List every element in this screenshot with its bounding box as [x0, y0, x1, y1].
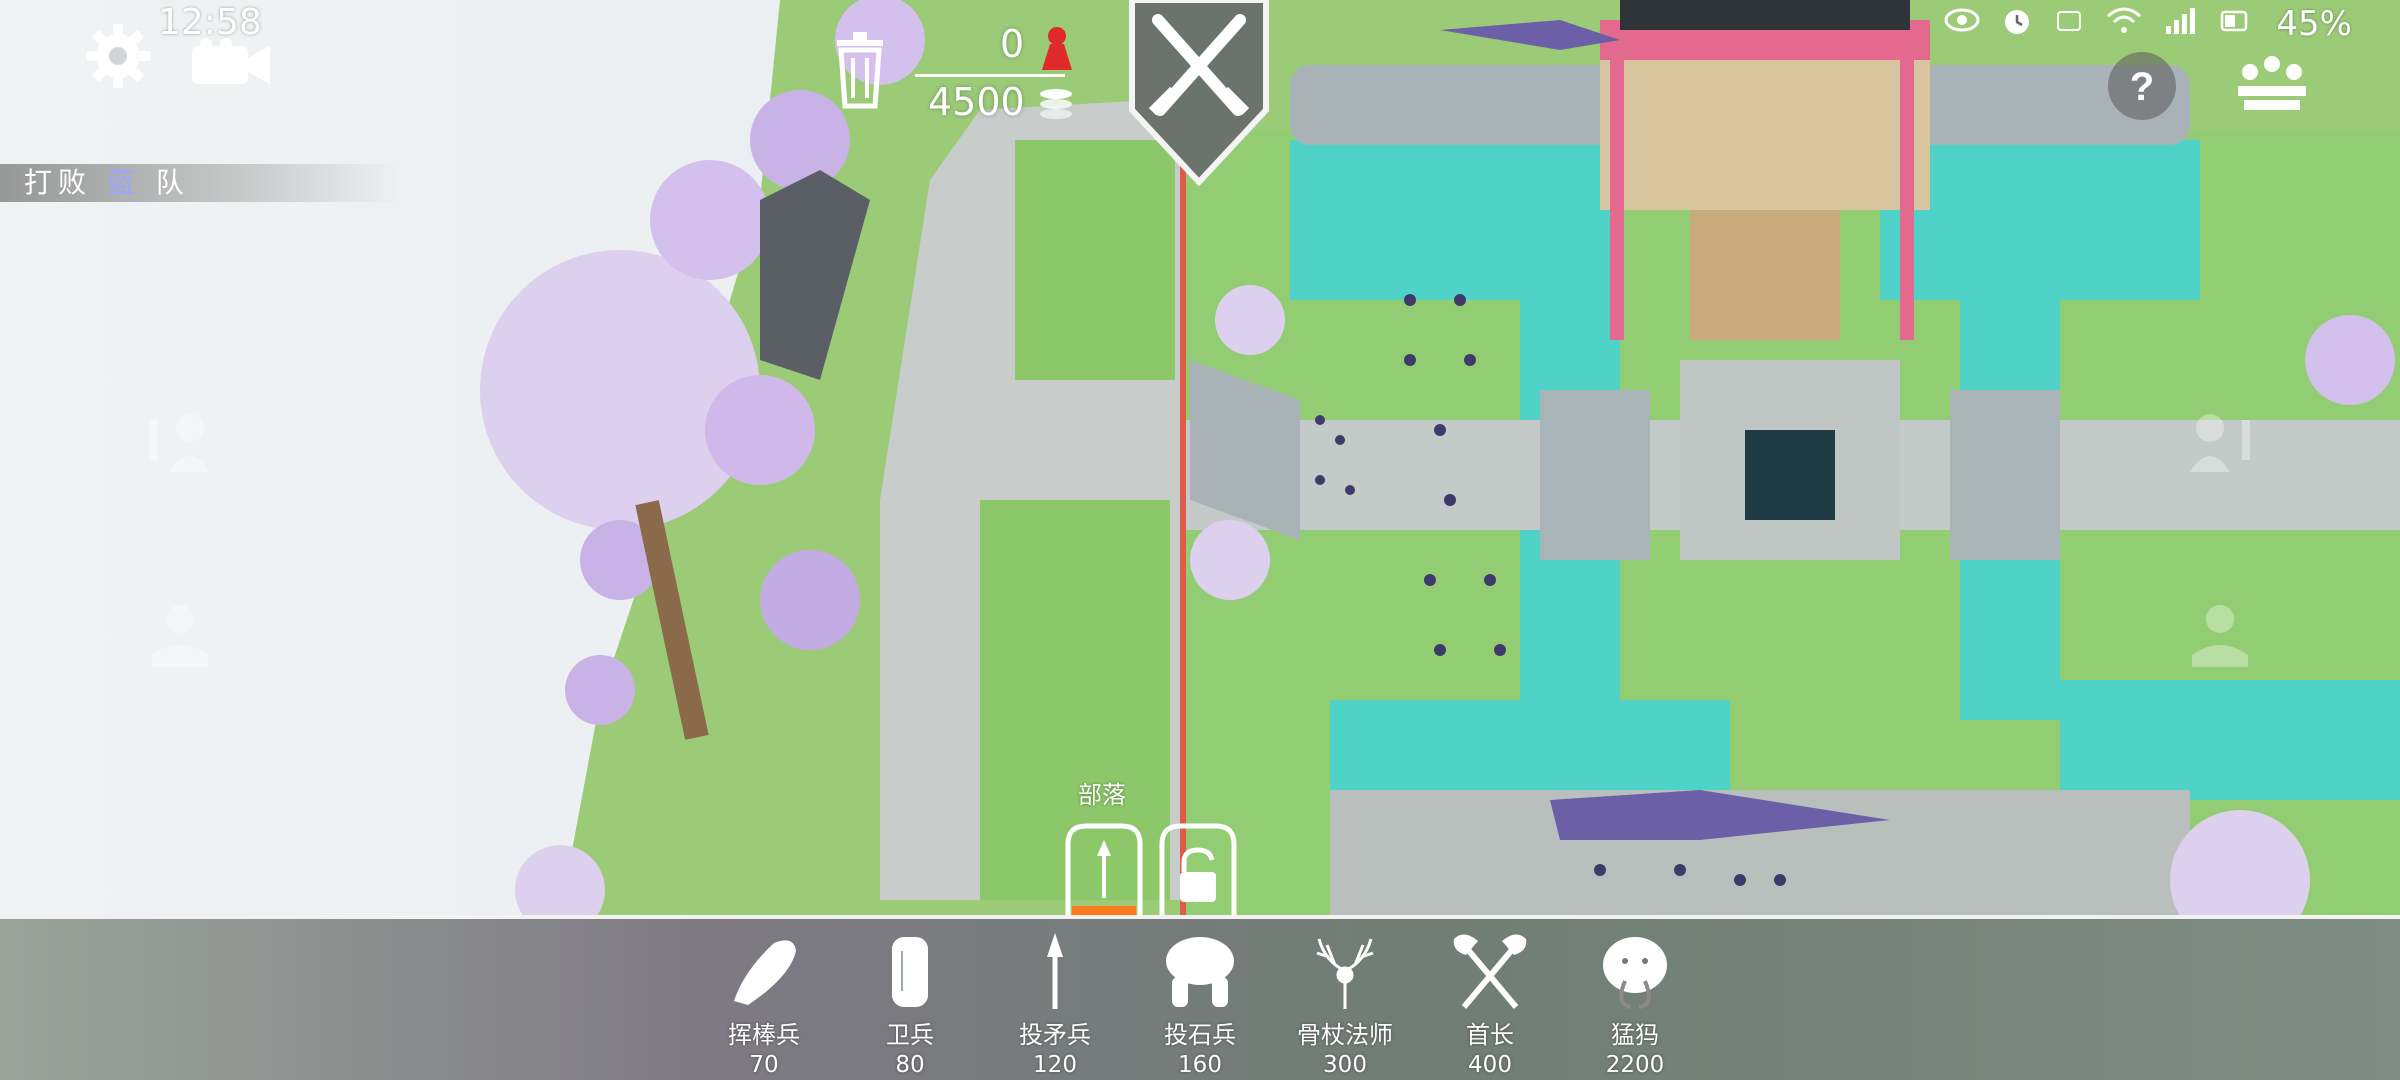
- network-speed-icon: [2057, 11, 2081, 31]
- shield-icon: [892, 937, 928, 1007]
- unit-name: 首长: [1466, 1021, 1514, 1049]
- club-icon: [734, 940, 796, 1005]
- unit-name: 投矛兵: [1019, 1021, 1091, 1049]
- unit-selection-bar: 挥棒兵 70 卫兵 80 投矛兵 120 投石兵 160 骨杖法师 300 首长…: [0, 915, 2400, 1080]
- unit-cost: 300: [1323, 1052, 1367, 1078]
- objective-team: 蓝: [106, 166, 141, 199]
- wifi-icon: [2107, 7, 2141, 33]
- unit-card-club[interactable]: 挥棒兵 70: [694, 919, 834, 1079]
- unit-mode-left-icon[interactable]: [140, 400, 220, 480]
- eye-icon: [1944, 8, 1980, 32]
- unit-cost: 70: [749, 1052, 779, 1078]
- unit-cost: 120: [1033, 1052, 1077, 1078]
- unit-cost: 160: [1178, 1052, 1222, 1078]
- unit-card-spear-thrower[interactable]: 投矛兵 120: [985, 919, 1125, 1079]
- objective-banner: 打败 蓝 队: [0, 164, 400, 202]
- antler-staff-icon: [1316, 938, 1374, 1009]
- trash-icon[interactable]: [835, 30, 885, 110]
- budget-count: 4500: [928, 80, 1025, 124]
- unit-card-stone-thrower[interactable]: 投石兵 160: [1130, 919, 1270, 1079]
- unit-card-bone-mage[interactable]: 骨杖法师 300: [1275, 919, 1415, 1079]
- unit-name: 挥棒兵: [728, 1021, 800, 1049]
- coin-stack-icon: [1040, 89, 1072, 119]
- start-battle-button[interactable]: [1128, 0, 1270, 186]
- unit-cost: 400: [1468, 1052, 1512, 1078]
- signal-icon: [2166, 8, 2195, 34]
- crown-icon[interactable]: [2232, 52, 2312, 120]
- svg-text:?: ?: [2130, 65, 2154, 109]
- objective-prefix: 打败: [24, 166, 93, 199]
- lock-icon: [1180, 847, 1216, 902]
- status-icons: [1944, 6, 2250, 36]
- unit-mode-right-icon[interactable]: [2180, 400, 2260, 480]
- faction-tab-locked[interactable]: [1158, 820, 1238, 916]
- help-icon[interactable]: ?: [2106, 50, 2178, 122]
- units-placed-count: 0: [1000, 22, 1025, 66]
- spear-icon: [1097, 840, 1111, 898]
- stone-thrower-icon: [1166, 937, 1234, 1007]
- gear-icon[interactable]: [82, 20, 154, 92]
- clock-text: 12:58: [158, 2, 262, 43]
- objective-suffix: 队: [155, 166, 190, 199]
- unit-name: 投石兵: [1164, 1021, 1236, 1049]
- unit-name: 猛犸: [1611, 1021, 1659, 1049]
- camera-icon[interactable]: [190, 38, 272, 88]
- battery-icon: [2220, 10, 2248, 32]
- counter-divider: [915, 74, 1065, 77]
- spear-icon: [1047, 933, 1063, 1009]
- unit-name: 卫兵: [886, 1021, 934, 1049]
- red-pawn-icon: [1042, 27, 1072, 70]
- unit-cost: 80: [895, 1052, 925, 1078]
- reset-view-left-icon[interactable]: [140, 595, 220, 675]
- unit-name: 骨杖法师: [1297, 1021, 1393, 1049]
- faction-label: 部落: [1078, 781, 1126, 809]
- crossed-axes-icon: [1453, 934, 1527, 1009]
- faction-tab-tribal[interactable]: [1064, 820, 1144, 916]
- battery-percent: 45%: [2276, 4, 2352, 44]
- unit-card-guard[interactable]: 卫兵 80: [840, 919, 980, 1079]
- reset-view-right-icon[interactable]: [2180, 595, 2260, 675]
- unit-card-mammoth[interactable]: 猛犸 2200: [1565, 919, 1705, 1079]
- unit-card-chieftain[interactable]: 首长 400: [1420, 919, 1560, 1079]
- alarm-icon: [2005, 10, 2029, 34]
- mammoth-icon: [1603, 937, 1667, 1009]
- unit-cost: 2200: [1605, 1052, 1665, 1078]
